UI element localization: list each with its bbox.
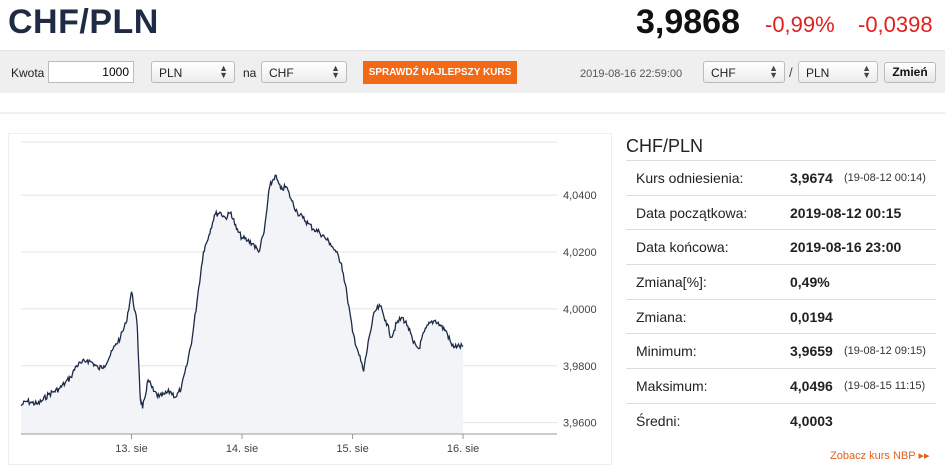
y-tick-label: 4,0000 <box>563 304 597 316</box>
stats-row: Data początkowa: 2019-08-12 00:15 <box>626 196 936 231</box>
stats-value: 3,9659 <box>790 343 833 360</box>
updown-arrow-icon: ▲ ▼ <box>331 63 340 80</box>
stats-value: 0,49% <box>790 274 830 291</box>
stats-timestamp: (19-08-12 00:14) <box>844 172 926 184</box>
na-label: na <box>243 66 257 80</box>
updown-arrow-icon: ▲ ▼ <box>769 63 778 80</box>
amount-input[interactable] <box>48 61 134 83</box>
stats-value: 2019-08-16 23:00 <box>790 239 902 256</box>
y-tick-label: 3,9600 <box>563 418 597 430</box>
updown-arrow-icon: ▲ ▼ <box>862 63 871 80</box>
quote-currency-select[interactable]: PLN ▲ ▼ <box>798 61 878 83</box>
nbp-link[interactable]: Zobacz kurs NBP ▸▸ <box>830 449 930 462</box>
to-currency-value: CHF <box>269 66 294 80</box>
quote-currency-value: PLN <box>806 66 830 80</box>
change-percent: -0,99% <box>765 12 835 37</box>
swap-button[interactable]: Zmień <box>884 62 936 83</box>
x-tick-label: 13. sie <box>115 443 147 455</box>
stats-timestamp: (19-08-12 09:15) <box>844 345 926 358</box>
page-title: CHF/PLN <box>8 3 159 41</box>
stats-timestamp: (19-08-15 11:15) <box>844 380 926 393</box>
from-currency-value: PLN <box>159 66 183 80</box>
stats-row: Kurs odniesienia: 3,9674 (19-08-12 00:14) <box>626 161 936 196</box>
stats-row: Zmiana: 0,0194 <box>626 300 936 335</box>
rate-chart: 4,0400 4,0200 4,0000 3,9800 3,9600 13. sie 14.… <box>8 133 612 465</box>
stats-value: 2019-08-12 00:15 <box>790 204 902 221</box>
stats-label: Data początkowa: <box>636 204 748 221</box>
from-currency-select[interactable]: PLN ▲ ▼ <box>151 61 235 83</box>
nbp-link-label: Zobacz kurs NBP <box>830 450 916 462</box>
stats-label: Kurs odniesienia: <box>636 170 744 186</box>
stats-title: CHF/PLN <box>626 130 936 161</box>
converter-toolbar: Kwota PLN ▲▼ na CHF ▲▼ SPRAWDŹ NAJLEPSZY… <box>0 50 945 93</box>
y-tick-label: 4,0200 <box>563 247 597 259</box>
stats-label: Zmiana[%]: <box>636 274 707 291</box>
stats-value: 0,0194 <box>790 308 833 325</box>
stats-row: Maksimum: 4,0496 (19-08-15 11:15) <box>626 369 936 404</box>
divider <box>0 112 945 114</box>
x-tick-label: 16. sie <box>447 443 479 455</box>
quote-datetime: 2019-08-16 22:59:00 <box>580 68 683 80</box>
stats-label: Zmiana: <box>636 308 687 325</box>
stats-label: Maksimum: <box>636 378 708 395</box>
stats-panel: CHF/PLN Kurs odniesienia: 3,9674 (19-08-12… <box>626 130 936 439</box>
stats-label: Minimum: <box>636 343 697 360</box>
pair-separator: / <box>789 65 793 80</box>
y-tick-label: 4,0400 <box>563 190 597 202</box>
chart-area <box>21 175 464 435</box>
amount-label: Kwota <box>11 66 45 80</box>
stats-row: Data końcowa: 2019-08-16 23:00 <box>626 230 936 266</box>
stats-label: Średni: <box>636 412 681 429</box>
best-rate-button[interactable]: SPRAWDŹ NAJLEPSZY KURS <box>363 61 517 84</box>
x-tick-label: 14. sie <box>226 443 258 455</box>
header: CHF/PLN 3,9868 -0,99% -0,0398 <box>0 0 945 50</box>
x-tick-label: 15. sie <box>336 443 368 455</box>
stats-value: 4,0496 <box>790 378 833 395</box>
stats-table: Kurs odniesienia: 3,9674 (19-08-12 00:14) D… <box>626 161 936 439</box>
stats-row: Zmiana[%]: 0,49% <box>626 265 936 300</box>
stats-row: Średni: 4,0003 <box>626 404 936 439</box>
stats-value: 4,0003 <box>790 412 833 429</box>
updown-arrow-icon: ▲ ▼ <box>219 63 228 80</box>
base-currency-select[interactable]: CHF ▲ ▼ <box>703 61 785 83</box>
current-rate: 3,9868 <box>636 3 740 41</box>
base-currency-value: CHF <box>711 66 736 80</box>
change-absolute: -0,0398 <box>858 12 933 37</box>
double-chevron-right-icon: ▸▸ <box>918 450 930 462</box>
y-tick-label: 3,9800 <box>563 361 597 373</box>
stats-value: 3,9674 <box>790 170 833 186</box>
chart-svg: 4,0400 4,0200 4,0000 3,9800 3,9600 13. sie 14.… <box>20 141 597 455</box>
stats-label: Data końcowa: <box>636 239 729 256</box>
stats-row: Minimum: 3,9659 (19-08-12 09:15) <box>626 334 936 370</box>
to-currency-select[interactable]: CHF ▲ ▼ <box>261 61 347 83</box>
